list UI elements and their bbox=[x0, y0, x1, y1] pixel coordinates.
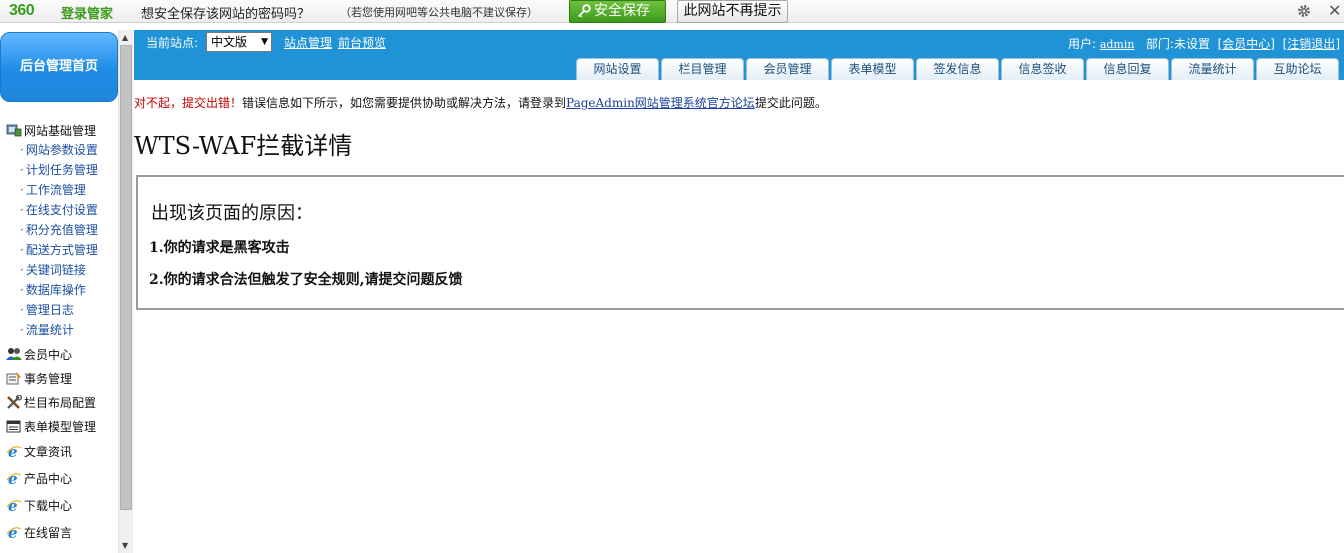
ie-icon: e bbox=[6, 498, 22, 512]
dept-value: 未设置 bbox=[1173, 37, 1210, 51]
tab-form-models[interactable]: 表单模型 bbox=[831, 58, 914, 80]
admin-home-button[interactable]: 后台管理首页 bbox=[0, 32, 118, 102]
main-content: 对不起，提交出错！错误信息如下所示，如您需要提供协助或解决方法，请登录到Page… bbox=[134, 80, 1344, 553]
sidebar-item-delivery-methods[interactable]: 配送方式管理 bbox=[20, 241, 98, 258]
sidebar-item-scheduled-tasks[interactable]: 计划任务管理 bbox=[20, 161, 98, 178]
user-info: 用户: admin 部门:未设置 [会员中心] [注销退出] bbox=[1067, 37, 1340, 51]
scroll-up-arrow-icon[interactable]: ▲ bbox=[122, 33, 128, 42]
tab-forum[interactable]: 互助论坛 bbox=[1256, 58, 1339, 80]
reason-heading: 出现该页面的原因： bbox=[151, 203, 313, 224]
user-label: 用户: bbox=[1067, 37, 1096, 51]
page-title: WTS-WAF拦截详情 bbox=[134, 132, 353, 160]
logout-link[interactable]: 注销退出 bbox=[1287, 37, 1335, 51]
sidebar-group-site-basic[interactable]: 网站基础管理 bbox=[6, 122, 96, 139]
sidebar-group-label: 事务管理 bbox=[24, 372, 73, 386]
sidebar-group-label: 网站基础管理 bbox=[24, 124, 97, 138]
sidebar-item-online-payment[interactable]: 在线支付设置 bbox=[20, 201, 98, 218]
secure-save-label: 安全保存 bbox=[594, 3, 650, 19]
close-icon[interactable]: ✕ bbox=[1328, 1, 1341, 20]
chevron-down-icon: ▼ bbox=[261, 37, 268, 47]
tab-column-manage[interactable]: 栏目管理 bbox=[661, 58, 744, 80]
error-title: 对不起，提交出错！ bbox=[134, 96, 243, 110]
sidebar-group-label: 下载中心 bbox=[24, 499, 73, 513]
ie-icon: e bbox=[6, 525, 22, 539]
login-manager-label: 登录管家 bbox=[61, 7, 114, 22]
tab-site-settings[interactable]: 网站设置 bbox=[576, 58, 659, 80]
never-remind-button[interactable]: 此网站不再提示 bbox=[677, 0, 788, 23]
sidebar-group-layout[interactable]: 栏目布局配置 bbox=[6, 394, 96, 411]
key-icon bbox=[577, 4, 591, 18]
sidebar-group-label: 表单模型管理 bbox=[24, 420, 97, 434]
sidebar-group-label: 会员中心 bbox=[24, 348, 73, 362]
scrollbar-thumb[interactable] bbox=[120, 45, 132, 510]
dept-label: 部门: bbox=[1145, 37, 1174, 51]
sidebar-group-products[interactable]: e 产品中心 bbox=[6, 470, 72, 487]
sidebar-group-affairs[interactable]: 事务管理 bbox=[6, 370, 72, 387]
sidebar-item-site-params[interactable]: 网站参数设置 bbox=[20, 141, 98, 158]
secure-save-button[interactable]: 安全保存 bbox=[569, 0, 666, 23]
admin-top-bar: 当前站点: 中文版 ▼ 站点管理 前台预览 用户: admin 部门:未设置 [… bbox=[134, 30, 1344, 80]
site-manage-link[interactable]: 站点管理 bbox=[284, 34, 332, 51]
tab-info-reply[interactable]: 信息回复 bbox=[1086, 58, 1169, 80]
reason-item-1: 1.你的请求是黑客攻击 bbox=[149, 240, 290, 256]
tab-issue-info[interactable]: 签发信息 bbox=[916, 58, 999, 80]
sidebar-group-label: 文章资讯 bbox=[24, 445, 73, 459]
sidebar-group-downloads[interactable]: e 下载中心 bbox=[6, 497, 72, 514]
scroll-down-arrow-icon[interactable]: ▼ bbox=[122, 541, 128, 550]
sidebar-item-admin-log[interactable]: 管理日志 bbox=[20, 301, 74, 318]
sidebar-item-traffic-stats[interactable]: 流量统计 bbox=[20, 321, 74, 338]
error-message: 对不起，提交出错！错误信息如下所示，如您需要提供协助或解决方法，请登录到Page… bbox=[134, 94, 827, 111]
sidebar-group-label: 产品中心 bbox=[24, 472, 73, 486]
sidebar-scrollbar[interactable]: ▲ ▼ bbox=[118, 30, 133, 553]
sidebar-item-database[interactable]: 数据库操作 bbox=[20, 281, 86, 298]
tab-member-manage[interactable]: 会员管理 bbox=[746, 58, 829, 80]
360-logo: 360 bbox=[9, 2, 35, 19]
admin-sidebar: 后台管理首页 网站基础管理 网站参数设置 计划任务管理 工作流管理 在线支付设置… bbox=[0, 30, 118, 553]
sidebar-item-workflow[interactable]: 工作流管理 bbox=[20, 181, 86, 198]
error-tail: 提交此问题。 bbox=[754, 96, 827, 110]
sidebar-group-guestbook[interactable]: e 在线留言 bbox=[6, 524, 72, 541]
save-password-hint: （若您使用网吧等公共电脑不建议保存） bbox=[340, 6, 538, 19]
gear-icon[interactable] bbox=[1296, 3, 1312, 19]
password-save-bar: 360 登录管家 想安全保存该网站的密码吗？ （若您使用网吧等公共电脑不建议保存… bbox=[0, 0, 1344, 23]
sidebar-group-label: 栏目布局配置 bbox=[24, 396, 97, 410]
sidebar-group-label: 在线留言 bbox=[24, 526, 73, 540]
site-select-value: 中文版 bbox=[211, 35, 248, 49]
site-select[interactable]: 中文版 ▼ bbox=[206, 32, 272, 52]
members-icon bbox=[6, 348, 22, 360]
form-icon bbox=[6, 420, 21, 433]
ie-icon: e bbox=[6, 444, 22, 458]
sidebar-group-members[interactable]: 会员中心 bbox=[6, 346, 72, 363]
save-password-question: 想安全保存该网站的密码吗？ bbox=[141, 7, 311, 22]
tab-traffic-stats[interactable]: 流量统计 bbox=[1171, 58, 1254, 80]
front-preview-link[interactable]: 前台预览 bbox=[338, 34, 386, 51]
error-text: 错误信息如下所示，如您需要提供协助或解决方法，请登录到 bbox=[242, 96, 567, 110]
tools-icon bbox=[7, 395, 22, 409]
member-center-link[interactable]: 会员中心 bbox=[1222, 37, 1270, 51]
settings-icon bbox=[6, 124, 22, 137]
ie-icon: e bbox=[6, 471, 22, 485]
reason-panel: 出现该页面的原因： 1.你的请求是黑客攻击 2.你的请求合法但触发了安全规则,请… bbox=[136, 175, 1344, 310]
reason-item-2: 2.你的请求合法但触发了安全规则,请提交问题反馈 bbox=[149, 272, 463, 288]
sidebar-group-form-models[interactable]: 表单模型管理 bbox=[6, 418, 96, 435]
sidebar-item-keyword-links[interactable]: 关键词链接 bbox=[20, 261, 86, 278]
sidebar-group-articles[interactable]: e 文章资讯 bbox=[6, 443, 72, 460]
sidebar-item-points-recharge[interactable]: 积分充值管理 bbox=[20, 221, 98, 238]
user-name-link[interactable]: admin bbox=[1100, 38, 1135, 51]
tab-receive-info[interactable]: 信息签收 bbox=[1001, 58, 1084, 80]
tasks-icon bbox=[6, 372, 21, 385]
forum-link[interactable]: PageAdmin网站管理系统官方论坛 bbox=[566, 96, 755, 110]
current-site-label: 当前站点: bbox=[146, 36, 199, 50]
